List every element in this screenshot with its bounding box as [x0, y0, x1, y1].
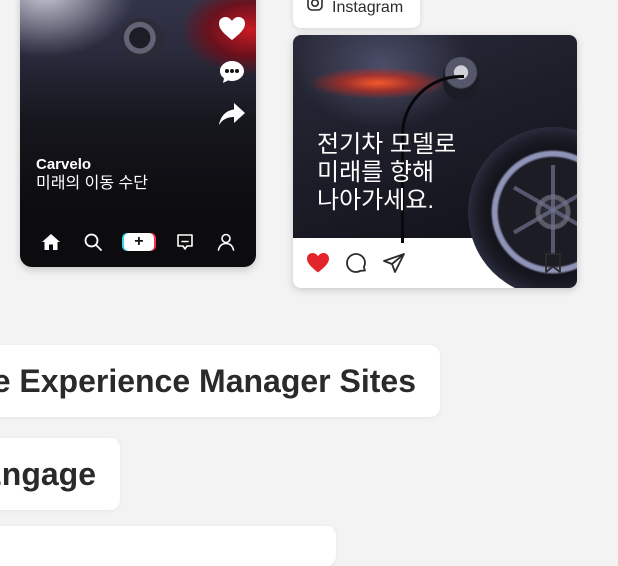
inbox-icon[interactable] — [176, 233, 194, 251]
product-label-text: Engage — [0, 455, 96, 492]
charging-plug-image — [120, 18, 164, 62]
product-label-text: e Experience Manager Sites — [0, 362, 416, 399]
video-side-actions — [218, 0, 246, 126]
instagram-post-card: 전기차 모델로 미래를 향해 나아가세요. — [293, 35, 577, 288]
instagram-channel-tag[interactable]: Instagram — [293, 0, 420, 28]
instagram-label: Instagram — [332, 0, 404, 16]
short-video-phone-card: Carvelo 미래의 이동 수단 + — [20, 0, 256, 267]
like-heart-icon[interactable] — [306, 252, 330, 274]
bookmark-icon[interactable] — [543, 252, 563, 274]
share-arrow-icon[interactable] — [218, 102, 246, 126]
post-image: 전기차 모델로 미래를 향해 나아가세요. — [293, 35, 577, 288]
heart-icon[interactable] — [218, 16, 246, 42]
comment-icon[interactable] — [219, 60, 245, 84]
comment-bubble-icon[interactable] — [344, 251, 368, 275]
create-post-button[interactable]: + — [123, 233, 154, 251]
product-label-engage: Engage — [0, 438, 120, 510]
profile-icon[interactable] — [217, 233, 235, 251]
post-overlay-text: 전기차 모델로 미래를 향해 나아가세요. — [317, 131, 457, 214]
instagram-icon — [307, 0, 323, 16]
video-caption: Carvelo 미래의 이동 수단 — [36, 156, 148, 194]
video-description: 미래의 이동 수단 — [36, 175, 148, 192]
video-author: Carvelo — [36, 156, 92, 173]
product-label-experience-manager-sites: e Experience Manager Sites — [0, 345, 440, 417]
send-paper-plane-icon[interactable] — [382, 251, 406, 275]
product-label-partial — [0, 526, 336, 566]
home-icon[interactable] — [41, 233, 61, 251]
search-icon[interactable] — [84, 233, 102, 251]
post-action-bar — [293, 238, 577, 288]
phone-bottom-nav: + — [20, 230, 256, 254]
